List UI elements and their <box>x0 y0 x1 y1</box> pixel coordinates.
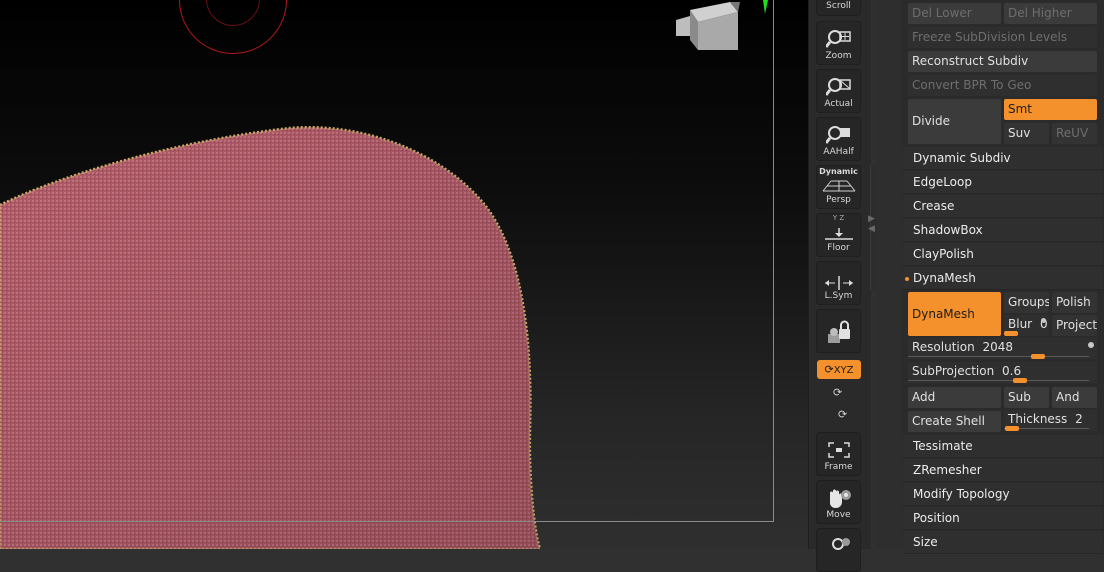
floor-label: Floor <box>827 243 850 253</box>
resolution-slider[interactable]: Resolution 2048 <box>908 338 1097 359</box>
thickness-value: 2 <box>1075 412 1083 426</box>
canvas-viewport[interactable] <box>0 0 808 549</box>
suv-toggle[interactable]: Suv <box>1004 123 1049 144</box>
groups-toggle[interactable]: Groups <box>1004 292 1049 313</box>
scroll-label: Scroll <box>826 1 851 11</box>
move-label: Move <box>826 510 851 520</box>
blur-info-dot-icon <box>1041 318 1046 323</box>
resolution-info-dot-icon <box>1088 342 1094 348</box>
project-toggle[interactable]: Project <box>1052 315 1097 336</box>
convert-bpr-to-geo-button[interactable]: Convert BPR To Geo <box>908 75 1097 96</box>
smt-toggle[interactable]: Smt <box>1004 99 1097 120</box>
resolution-slider-knob[interactable] <box>1031 354 1045 359</box>
modify-topology-subpalette[interactable]: Modify Topology <box>903 483 1103 506</box>
del-lower-button[interactable]: Del Lower <box>908 3 1001 24</box>
floor-icon <box>824 228 853 240</box>
frame-icon <box>827 442 850 458</box>
rotate-icon: ⟳ <box>824 363 834 376</box>
aahalf-icon <box>825 126 850 144</box>
polish-toggle[interactable]: Polish <box>1052 292 1097 313</box>
dynamesh-subpalette[interactable]: DynaMesh <box>903 267 1103 290</box>
dynamic-subdiv-subpalette[interactable]: Dynamic Subdiv <box>903 147 1103 170</box>
reuv-button[interactable]: ReUV <box>1052 123 1097 144</box>
reconstruct-subdiv-button[interactable]: Reconstruct Subdiv <box>908 51 1097 72</box>
canvas-frame <box>0 0 774 522</box>
subprojection-track <box>908 380 1089 381</box>
zremesher-subpalette[interactable]: ZRemesher <box>903 459 1103 482</box>
del-higher-button[interactable]: Del Higher <box>1004 3 1097 24</box>
scroll-button[interactable]: Scroll <box>816 0 861 16</box>
floor-axes-label: Y Z <box>832 214 845 222</box>
blur-slider-knob[interactable] <box>1004 331 1018 336</box>
position-subpalette[interactable]: Position <box>903 507 1103 530</box>
dynamic-label: Dynamic <box>819 167 858 176</box>
rotate-y-icon[interactable]: ⟳ <box>833 386 842 399</box>
active-dot-icon <box>905 277 909 281</box>
claypolish-subpalette[interactable]: ClayPolish <box>903 243 1103 266</box>
zoom-icon <box>825 30 851 48</box>
blur-label: Blur <box>1008 317 1033 331</box>
zoom-label: Zoom <box>825 51 852 61</box>
move-button[interactable]: Move <box>816 480 861 524</box>
subprojection-value: 0.6 <box>1002 364 1022 378</box>
actual-size-icon <box>825 78 851 96</box>
subprojection-label: SubProjection <box>912 364 995 378</box>
actual-label: Actual <box>824 99 853 109</box>
persp-label: Persp <box>826 195 851 205</box>
lock-camera-button[interactable] <box>816 309 861 353</box>
rotate-z-icon[interactable]: ⟳ <box>838 408 847 421</box>
persp-button[interactable]: Dynamic Persp <box>816 165 861 209</box>
panel-gutter <box>876 0 902 549</box>
floor-button[interactable]: Y Z Floor <box>816 213 861 257</box>
shadowbox-subpalette[interactable]: ShadowBox <box>903 219 1103 242</box>
sub-button[interactable]: Sub <box>1004 387 1049 408</box>
zoom-button[interactable]: Zoom <box>816 21 861 65</box>
xyz-rotation-button[interactable]: ⟳XYZ <box>817 360 861 379</box>
resolution-value: 2048 <box>982 340 1014 354</box>
collapse-arrows-icon[interactable]: ▶ ◀ <box>868 214 875 234</box>
actual-button[interactable]: Actual <box>816 69 861 113</box>
dynamesh-button[interactable]: DynaMesh <box>908 292 1001 336</box>
divide-button[interactable]: Divide <box>908 99 1001 144</box>
perspective-grid-icon <box>822 180 855 192</box>
thickness-slider[interactable]: Thickness 2 <box>1004 410 1097 431</box>
and-button[interactable]: And <box>1052 387 1097 408</box>
frame-label: Frame <box>824 462 853 472</box>
subprojection-slider[interactable]: SubProjection 0.6 <box>908 362 1097 383</box>
add-button[interactable]: Add <box>908 387 1001 408</box>
frame-button[interactable]: Frame <box>816 432 861 476</box>
lock-icon <box>827 320 850 343</box>
size-subpalette[interactable]: Size <box>903 531 1103 554</box>
y-axis-indicator-icon <box>763 0 768 14</box>
thickness-label: Thickness <box>1008 412 1068 426</box>
aahalf-button[interactable]: AAHalf <box>816 117 861 161</box>
lsym-button[interactable]: L.Sym <box>816 261 861 305</box>
crease-subpalette[interactable]: Crease <box>903 195 1103 218</box>
zoom3d-icon <box>831 538 850 550</box>
move-hand-icon <box>829 489 851 508</box>
dynamesh-header-label: DynaMesh <box>913 271 976 285</box>
tessimate-subpalette[interactable]: Tessimate <box>903 435 1103 458</box>
lsym-label: L.Sym <box>824 291 853 301</box>
thickness-slider-knob[interactable] <box>1005 426 1019 431</box>
zoom3d-button[interactable] <box>816 528 861 572</box>
freeze-subdivision-levels-button[interactable]: Freeze SubDivision Levels <box>908 27 1097 48</box>
edgeloop-subpalette[interactable]: EdgeLoop <box>903 171 1103 194</box>
subprojection-slider-knob[interactable] <box>1013 378 1027 383</box>
create-shell-button[interactable]: Create Shell <box>908 411 1001 432</box>
resolution-label: Resolution <box>912 340 975 354</box>
local-symmetry-icon <box>824 276 853 290</box>
resolution-track <box>908 356 1089 357</box>
aahalf-label: AAHalf <box>823 147 854 157</box>
xyz-label: XYZ <box>833 365 854 376</box>
navigation-cube-icon[interactable] <box>672 0 744 60</box>
